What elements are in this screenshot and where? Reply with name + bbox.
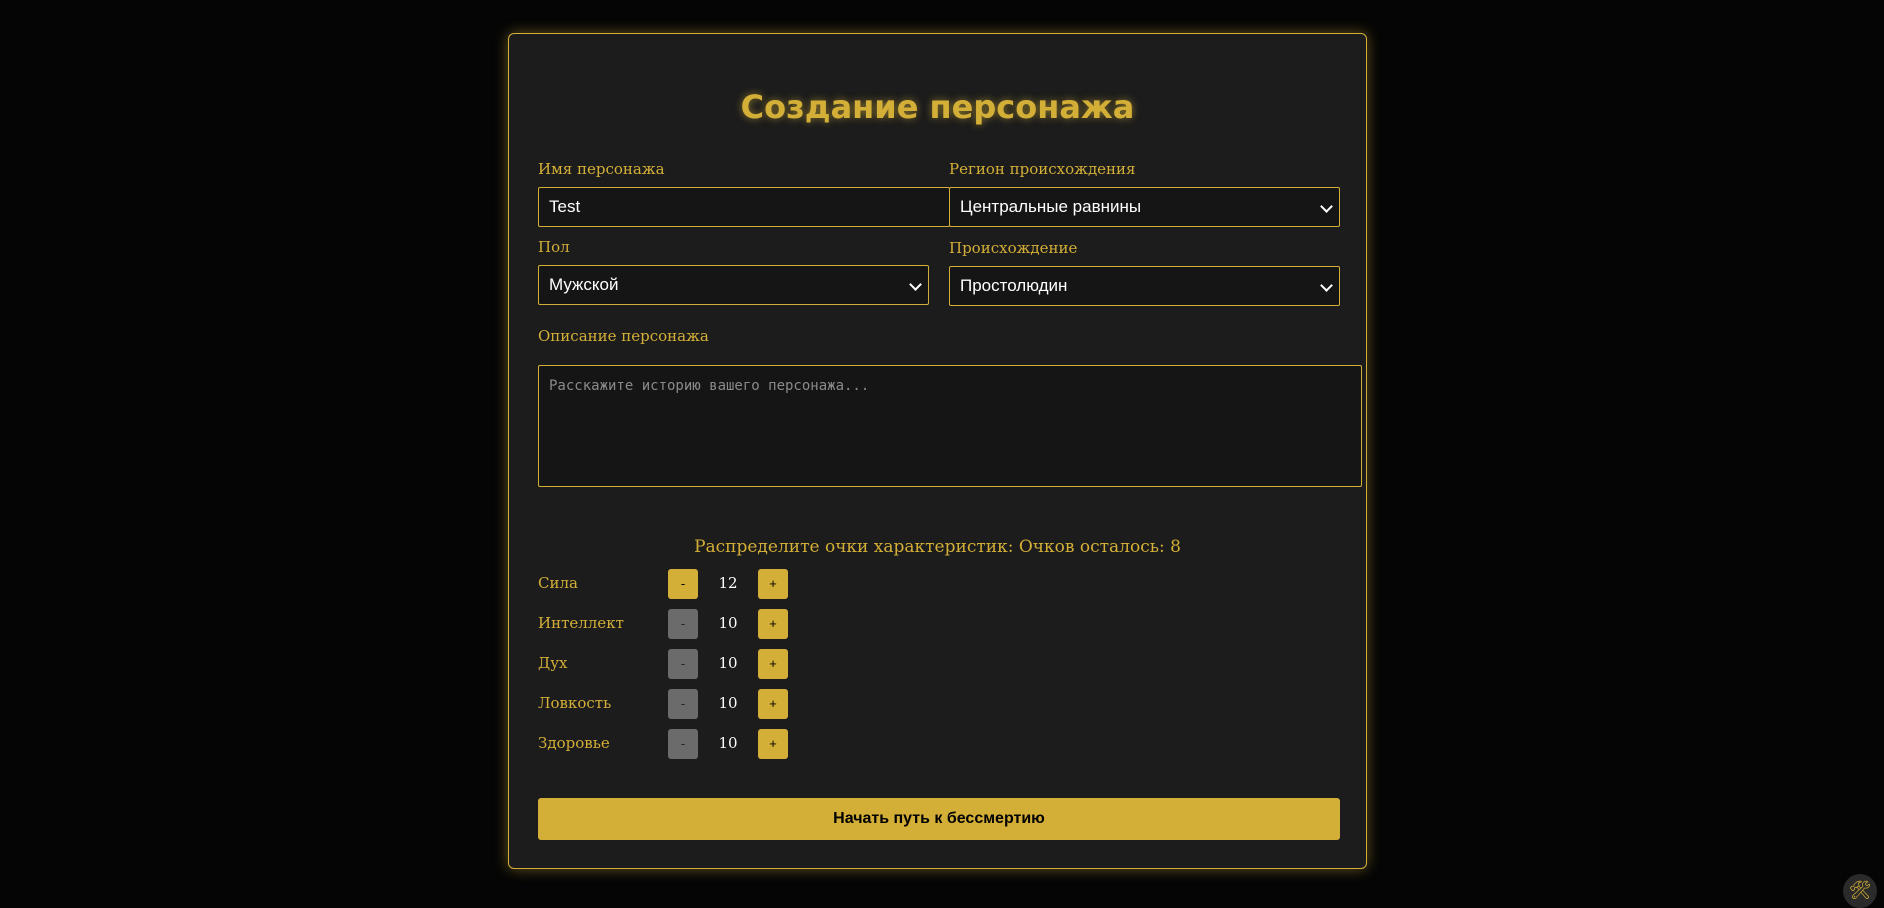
decrement-button[interactable]: - [668, 729, 698, 759]
gender-select[interactable]: Мужской [538, 265, 929, 305]
decrement-button[interactable]: - [668, 609, 698, 639]
stat-value: 10 [718, 614, 738, 632]
stat-row-intellect: Интеллект - 10 + [538, 609, 838, 639]
stat-name: Ловкость [538, 694, 612, 712]
chevron-down-icon [1320, 200, 1333, 213]
description-label: Описание персонажа [538, 327, 709, 345]
chevron-down-icon [1320, 279, 1333, 292]
increment-button[interactable]: + [758, 689, 788, 719]
origin-label: Происхождение [949, 239, 1078, 257]
region-select-value: Центральные равнины [960, 197, 1142, 216]
description-textarea[interactable]: Расскажите историю вашего персонажа... [538, 365, 1362, 487]
region-select[interactable]: Центральные равнины [949, 187, 1340, 227]
stat-name: Сила [538, 574, 578, 592]
stat-value: 10 [718, 694, 738, 712]
character-creation-panel: Создание персонажа Имя персонажа Test Ре… [508, 33, 1367, 869]
decrement-button[interactable]: - [668, 649, 698, 679]
increment-button[interactable]: + [758, 729, 788, 759]
chevron-down-icon [909, 278, 922, 291]
stat-name: Интеллект [538, 614, 624, 632]
region-label: Регион происхождения [949, 160, 1136, 178]
stat-row-health: Здоровье - 10 + [538, 729, 838, 759]
stat-row-strength: Сила - 12 + [538, 569, 838, 599]
increment-button[interactable]: + [758, 569, 788, 599]
origin-select[interactable]: Простолюдин [949, 266, 1340, 306]
stat-value: 10 [718, 734, 738, 752]
stat-value: 12 [718, 574, 738, 592]
increment-button[interactable]: + [758, 609, 788, 639]
stat-row-spirit: Дух - 10 + [538, 649, 838, 679]
gender-label: Пол [538, 238, 570, 256]
points-remaining: Распределите очки характеристик: Очков о… [694, 537, 1181, 557]
stat-name: Здоровье [538, 734, 610, 752]
name-label: Имя персонажа [538, 160, 665, 178]
name-input-value: Test [549, 197, 581, 216]
stat-name: Дух [538, 654, 568, 672]
hammer-wrench-icon[interactable]: 🛠 [1843, 874, 1877, 908]
increment-button[interactable]: + [758, 649, 788, 679]
decrement-button[interactable]: - [668, 569, 698, 599]
name-input[interactable]: Test [538, 187, 950, 227]
stat-row-agility: Ловкость - 10 + [538, 689, 838, 719]
decrement-button[interactable]: - [668, 689, 698, 719]
gender-select-value: Мужской [549, 275, 619, 294]
stat-value: 10 [718, 654, 738, 672]
origin-select-value: Простолюдин [960, 276, 1068, 295]
start-journey-button[interactable]: Начать путь к бессмертию [538, 798, 1340, 840]
page-title: Создание персонажа [740, 88, 1135, 126]
description-placeholder: Расскажите историю вашего персонажа... [549, 378, 870, 394]
